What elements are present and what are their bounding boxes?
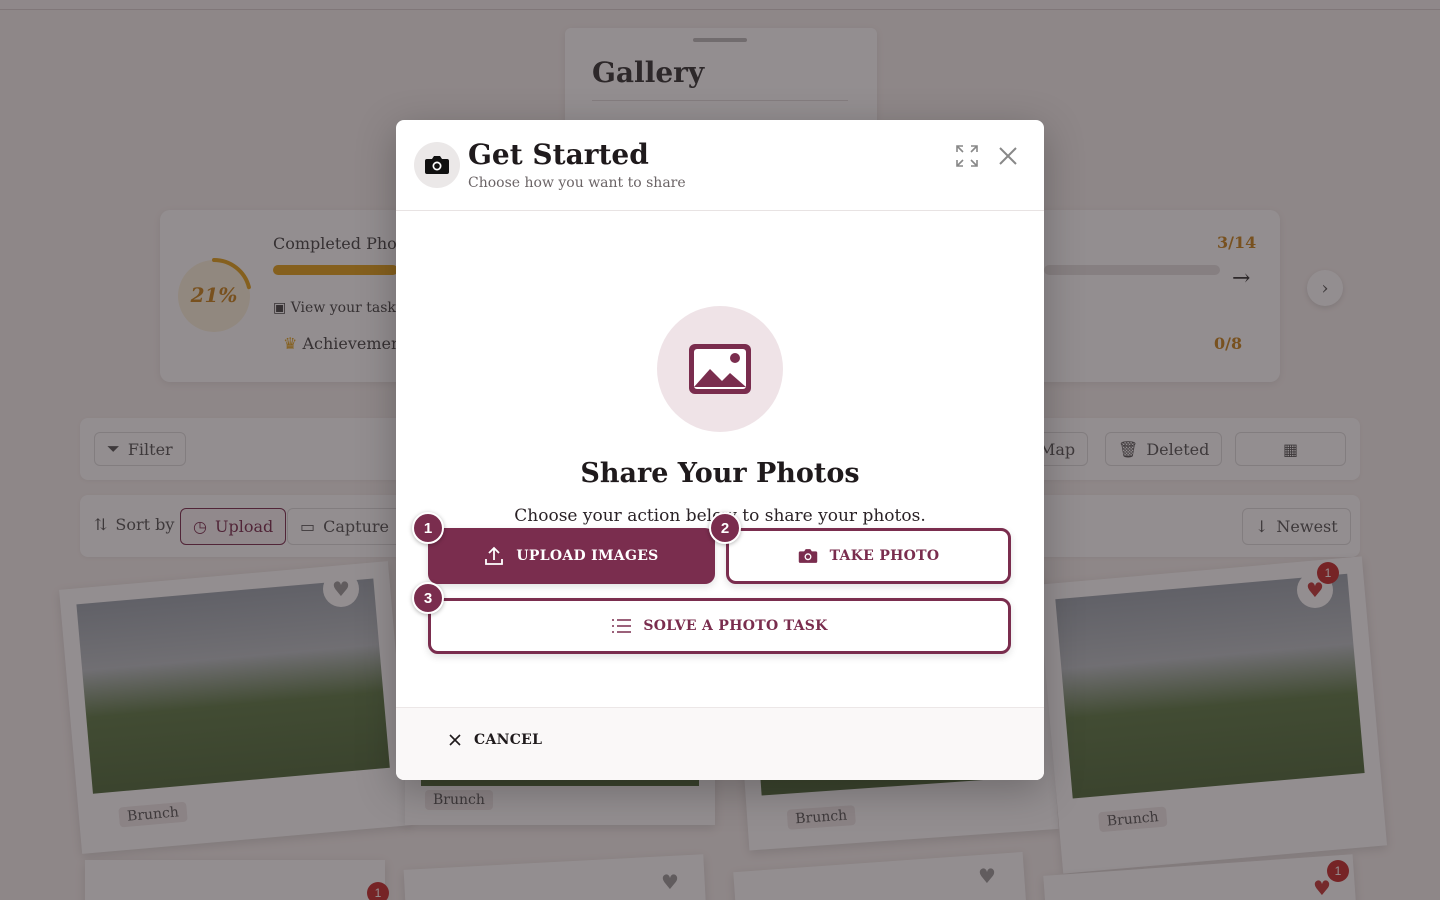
camera-icon — [414, 142, 460, 188]
close-icon — [449, 734, 461, 746]
dialog-footer: CANCEL — [396, 707, 1044, 780]
expand-icon[interactable] — [953, 142, 981, 170]
gallery-illustration — [657, 306, 783, 432]
step-badge-1: 1 — [412, 512, 444, 544]
upload-icon — [485, 546, 504, 565]
get-started-dialog: Get Started Choose how you want to share… — [396, 120, 1044, 780]
list-icon — [612, 619, 632, 633]
solve-photo-task-label: SOLVE A PHOTO TASK — [643, 618, 828, 634]
take-photo-button[interactable]: TAKE PHOTO — [726, 528, 1011, 584]
dialog-header: Get Started Choose how you want to share — [396, 120, 1044, 211]
dialog-title: Get Started — [468, 138, 649, 171]
take-photo-label: TAKE PHOTO — [829, 548, 940, 564]
upload-images-button[interactable]: UPLOAD IMAGES — [428, 528, 715, 584]
close-icon[interactable] — [994, 142, 1022, 170]
solve-photo-task-button[interactable]: SOLVE A PHOTO TASK — [428, 598, 1011, 654]
hero-title: Share Your Photos — [580, 458, 860, 489]
step-badge-3: 3 — [412, 582, 444, 614]
dialog-subtitle: Choose how you want to share — [468, 175, 686, 191]
cancel-label: CANCEL — [474, 732, 543, 748]
cancel-button[interactable]: CANCEL — [448, 732, 542, 748]
camera-icon — [798, 549, 817, 563]
upload-images-label: UPLOAD IMAGES — [516, 548, 659, 564]
image-icon — [689, 344, 751, 394]
step-badge-2: 2 — [709, 512, 741, 544]
